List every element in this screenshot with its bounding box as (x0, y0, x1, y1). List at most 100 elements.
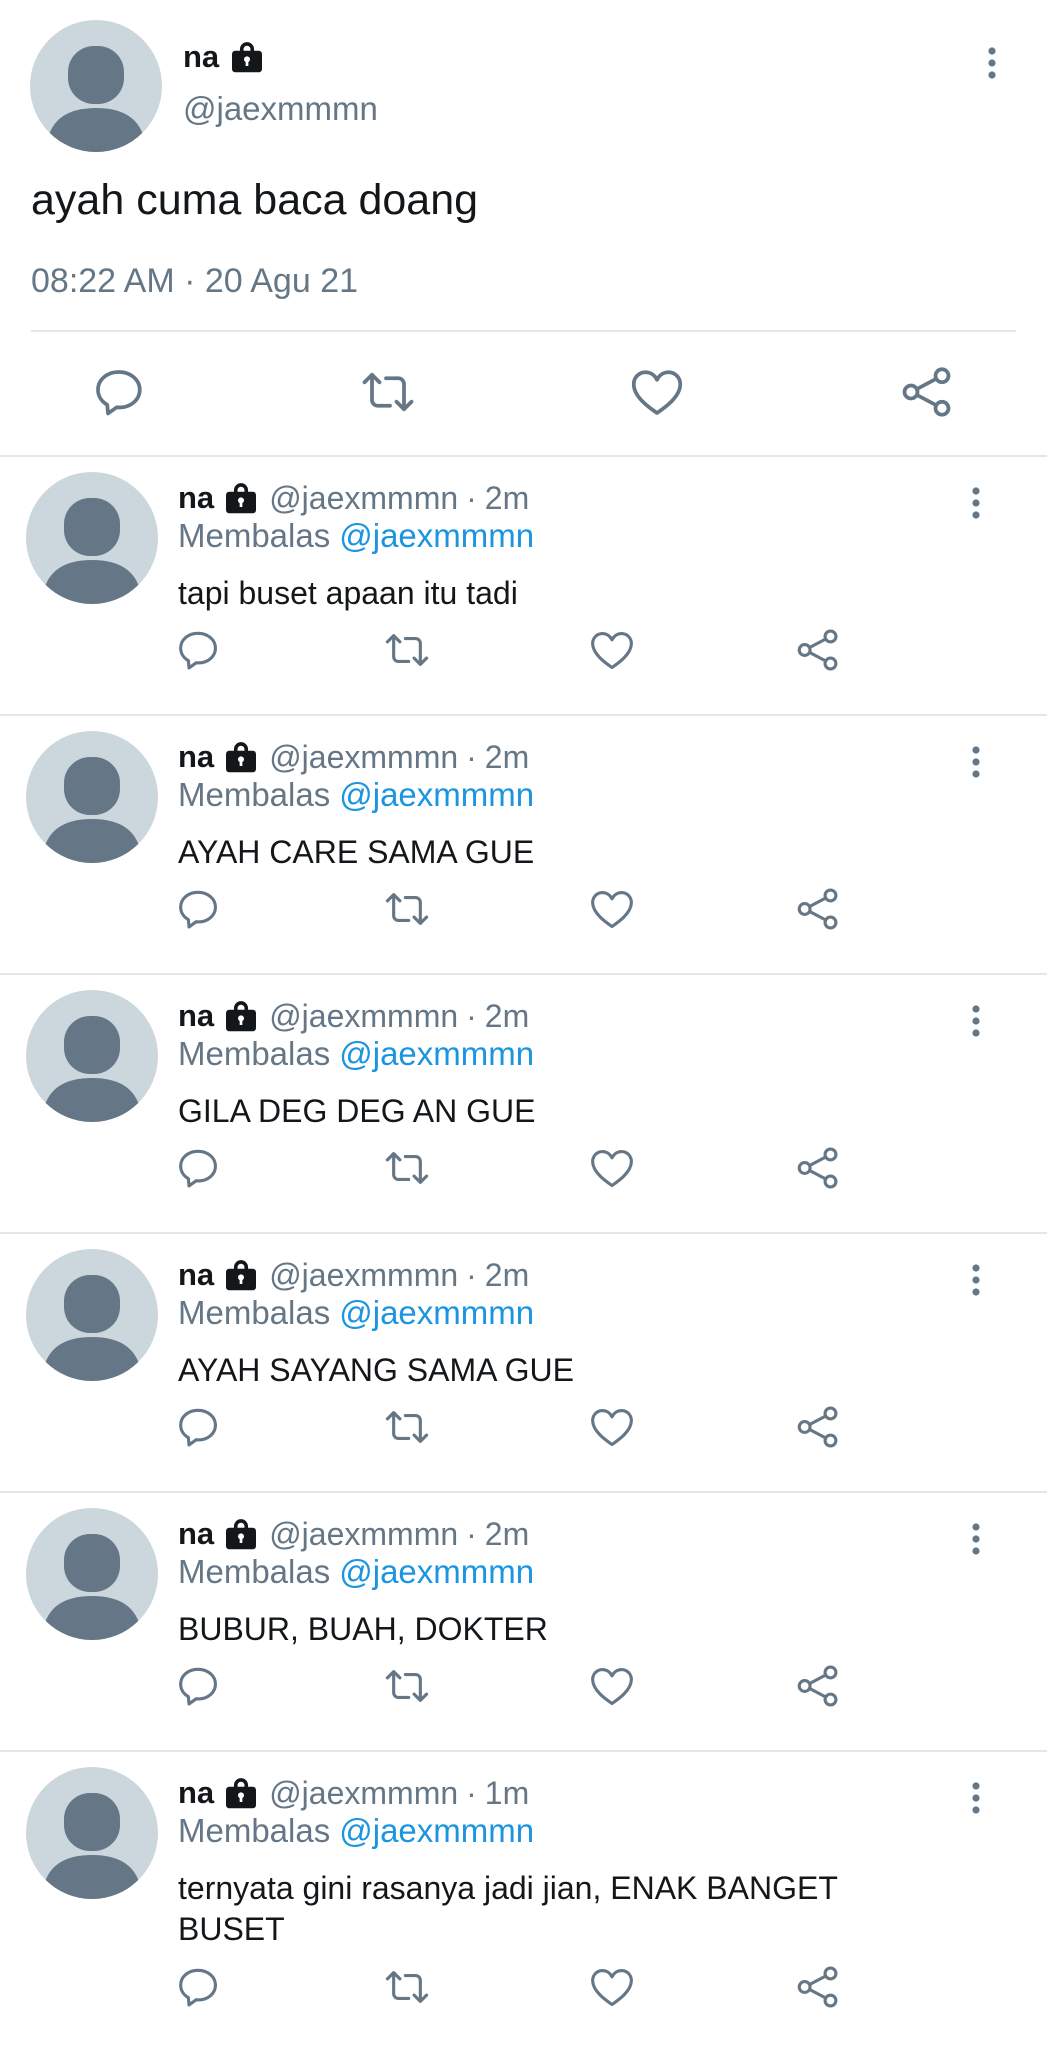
avatar-placeholder-icon (26, 990, 158, 1122)
more-vertical-icon[interactable] (964, 483, 988, 523)
more-vertical-icon[interactable] (964, 1778, 988, 1818)
reply-tweet[interactable]: na @jaexmmmn · 2m Membalas @jaexmmmn AYAH… (0, 714, 1047, 973)
avatar[interactable] (26, 990, 158, 1122)
retweet-icon (382, 884, 432, 934)
replying-label: Membalas (178, 1812, 331, 1849)
avatar[interactable] (30, 20, 162, 152)
mention-link[interactable]: @jaexmmmn (339, 1553, 534, 1590)
share-button[interactable] (793, 1661, 843, 1711)
avatar[interactable] (26, 1249, 158, 1381)
reply-time[interactable]: 2m (485, 1257, 529, 1294)
author-row: na (183, 34, 265, 80)
author-handle[interactable]: @jaexmmmn (269, 739, 458, 776)
avatar[interactable] (26, 1767, 158, 1899)
time-separator: · (466, 1515, 477, 1552)
share-button[interactable] (793, 1143, 843, 1193)
author-handle[interactable]: @jaexmmmn (269, 1257, 458, 1294)
mention-link[interactable]: @jaexmmmn (339, 1035, 534, 1072)
mention-link[interactable]: @jaexmmmn (339, 1294, 534, 1331)
replying-to: Membalas @jaexmmmn (178, 1035, 534, 1073)
retweet-icon (382, 1661, 432, 1711)
author-name[interactable]: na (183, 39, 219, 75)
main-tweet: na @jaexmmmn ayah cuma baca doang 08:22 … (0, 0, 1047, 455)
more-vertical-icon[interactable] (964, 1260, 988, 1300)
tweet-timestamp[interactable]: 08:22 AM · 20 Agu 21 (31, 262, 358, 301)
share-button[interactable] (793, 1962, 843, 2012)
retweet-button[interactable] (382, 1402, 432, 1452)
share-icon (793, 1962, 843, 2012)
like-button[interactable] (587, 1661, 637, 1711)
reply-text: tapi buset apaan itu tadi (178, 575, 518, 611)
share-icon (897, 362, 957, 422)
author-name[interactable]: na (178, 998, 214, 1034)
reply-time[interactable]: 1m (485, 1775, 529, 1812)
reply-button[interactable] (174, 884, 224, 934)
like-button[interactable] (587, 1402, 637, 1452)
author-name[interactable]: na (178, 1257, 214, 1293)
time-separator: · (466, 479, 477, 516)
author-name[interactable]: na (178, 739, 214, 775)
reply-icon (90, 362, 150, 422)
avatar-placeholder-icon (26, 731, 158, 863)
replying-label: Membalas (178, 1035, 331, 1072)
mention-link[interactable]: @jaexmmmn (339, 1812, 534, 1849)
reply-button[interactable] (174, 1661, 224, 1711)
more-vertical-icon[interactable] (964, 742, 988, 782)
more-vertical-icon[interactable] (980, 43, 1004, 83)
avatar[interactable] (26, 1508, 158, 1640)
reply-icon (174, 1661, 224, 1711)
avatar[interactable] (26, 731, 158, 863)
reply-tweet[interactable]: na @jaexmmmn · 1m Membalas @jaexmmmn tern… (0, 1750, 1047, 2048)
more-vertical-icon[interactable] (964, 1001, 988, 1041)
like-button[interactable] (627, 362, 687, 422)
reply-tweet[interactable]: na @jaexmmmn · 2m Membalas @jaexmmmn BUBU… (0, 1491, 1047, 1750)
reply-tweet[interactable]: na @jaexmmmn · 2m Membalas @jaexmmmn tapi… (0, 455, 1047, 714)
replying-to: Membalas @jaexmmmn (178, 1812, 534, 1850)
retweet-button[interactable] (382, 1143, 432, 1193)
author-handle[interactable]: @jaexmmmn (269, 1516, 458, 1553)
reply-time[interactable]: 2m (485, 1516, 529, 1553)
like-button[interactable] (587, 1143, 637, 1193)
reply-actions (0, 1143, 1047, 1193)
mention-link[interactable]: @jaexmmmn (339, 517, 534, 554)
author-handle[interactable]: @jaexmmmn (269, 1775, 458, 1812)
retweet-button[interactable] (358, 362, 418, 422)
reply-button[interactable] (174, 1143, 224, 1193)
replying-label: Membalas (178, 517, 331, 554)
replying-to: Membalas @jaexmmmn (178, 1553, 534, 1591)
retweet-button[interactable] (382, 884, 432, 934)
time-separator: · (466, 1256, 477, 1293)
reply-tweet[interactable]: na @jaexmmmn · 2m Membalas @jaexmmmn AYAH… (0, 1232, 1047, 1491)
heart-icon (587, 1402, 637, 1452)
heart-icon (587, 884, 637, 934)
reply-time[interactable]: 2m (485, 480, 529, 517)
avatar[interactable] (26, 472, 158, 604)
more-vertical-icon[interactable] (964, 1519, 988, 1559)
reply-icon (174, 625, 224, 675)
author-name[interactable]: na (178, 480, 214, 516)
mention-link[interactable]: @jaexmmmn (339, 776, 534, 813)
author-name[interactable]: na (178, 1516, 214, 1552)
reply-button[interactable] (174, 1402, 224, 1452)
reply-button[interactable] (174, 625, 224, 675)
reply-time[interactable]: 2m (485, 998, 529, 1035)
share-button[interactable] (793, 625, 843, 675)
author-handle[interactable]: @jaexmmmn (183, 90, 378, 128)
share-button[interactable] (793, 1402, 843, 1452)
like-button[interactable] (587, 625, 637, 675)
retweet-button[interactable] (382, 1962, 432, 2012)
share-button[interactable] (793, 884, 843, 934)
reply-button[interactable] (90, 362, 150, 422)
retweet-button[interactable] (382, 1661, 432, 1711)
author-handle[interactable]: @jaexmmmn (269, 480, 458, 517)
reply-tweet[interactable]: na @jaexmmmn · 2m Membalas @jaexmmmn GILA… (0, 973, 1047, 1232)
retweet-button[interactable] (382, 625, 432, 675)
author-handle[interactable]: @jaexmmmn (269, 998, 458, 1035)
like-button[interactable] (587, 1962, 637, 2012)
share-button[interactable] (897, 362, 957, 422)
like-button[interactable] (587, 884, 637, 934)
reply-button[interactable] (174, 1962, 224, 2012)
avatar-placeholder-icon (26, 472, 158, 604)
author-name[interactable]: na (178, 1775, 214, 1811)
reply-time[interactable]: 2m (485, 739, 529, 776)
